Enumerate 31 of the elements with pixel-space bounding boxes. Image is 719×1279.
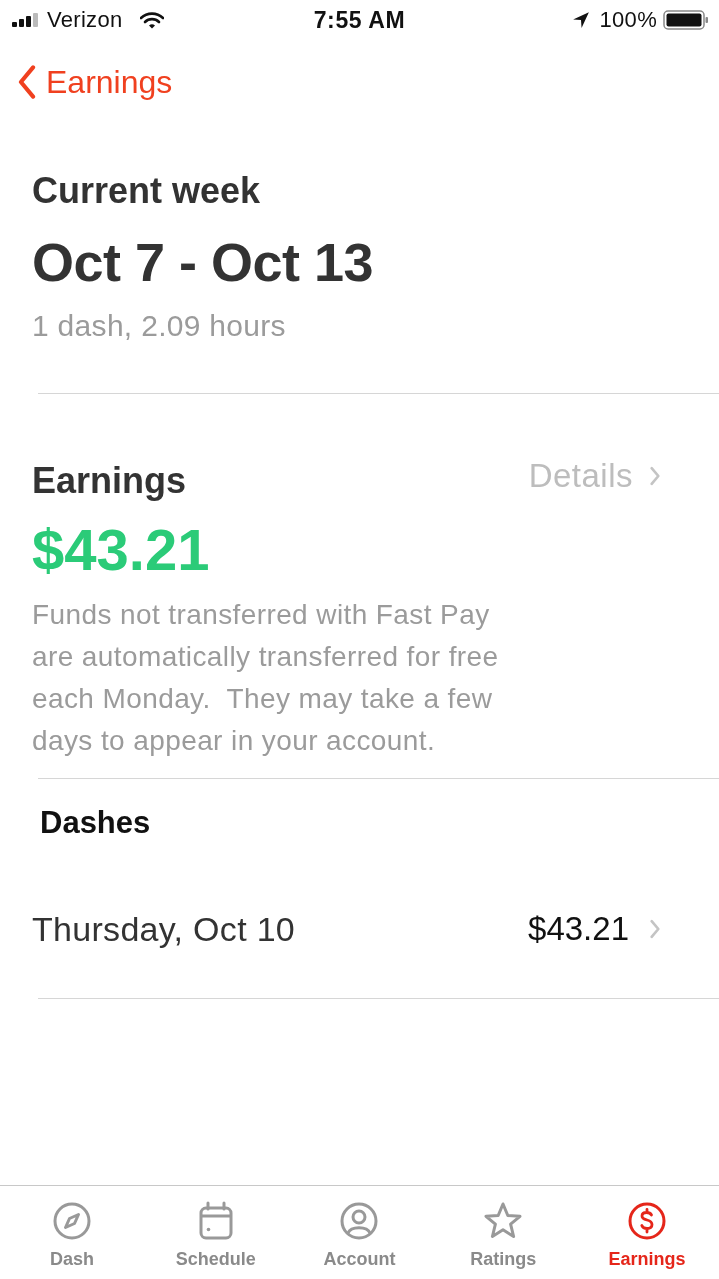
battery-percent: 100% bbox=[599, 7, 657, 33]
week-range: Oct 7 - Oct 13 bbox=[32, 234, 375, 290]
tab-item[interactable]: Ratings bbox=[431, 1186, 576, 1279]
status-time: 7:55 AM bbox=[313, 6, 406, 34]
back-chevron-icon bbox=[16, 65, 38, 99]
chevron-right-icon bbox=[649, 466, 661, 486]
compass-icon bbox=[51, 1201, 92, 1241]
details-link[interactable]: Details bbox=[528, 457, 661, 495]
tab-item[interactable]: Account bbox=[287, 1186, 432, 1279]
battery-icon bbox=[663, 10, 709, 30]
carrier-name: Verizon bbox=[47, 7, 123, 33]
tab-item[interactable]: Dash bbox=[0, 1186, 144, 1279]
chevron-right-icon bbox=[649, 919, 661, 939]
tab-item[interactable]: Schedule bbox=[143, 1186, 288, 1279]
week-summary: 1 dash, 2.09 hours bbox=[32, 310, 287, 342]
earnings-title: Earnings bbox=[32, 461, 187, 501]
dash-date: Thursday, Oct 10 bbox=[32, 909, 296, 949]
tab-item[interactable]: Earnings bbox=[575, 1186, 719, 1279]
signal-icon bbox=[11, 13, 41, 27]
dollar-icon bbox=[627, 1201, 668, 1241]
star-icon bbox=[483, 1201, 524, 1241]
week-heading: Current week bbox=[32, 171, 262, 211]
back-button[interactable]: Earnings bbox=[16, 63, 173, 101]
dash-row[interactable]: Thursday, Oct 10 $43.21 bbox=[0, 911, 719, 947]
person-icon bbox=[339, 1201, 380, 1241]
earnings-amount: $43.21 bbox=[32, 520, 211, 580]
wifi-icon bbox=[140, 11, 165, 29]
earnings-note: Funds not transferred with Fast Pay are automatically transferred for free each Monday. They may take a few days to appear in your account. bbox=[32, 598, 500, 758]
dash-amount: $43.21 bbox=[528, 910, 629, 948]
dashes-title: Dashes bbox=[40, 805, 152, 841]
location-arrow-icon bbox=[571, 11, 590, 29]
